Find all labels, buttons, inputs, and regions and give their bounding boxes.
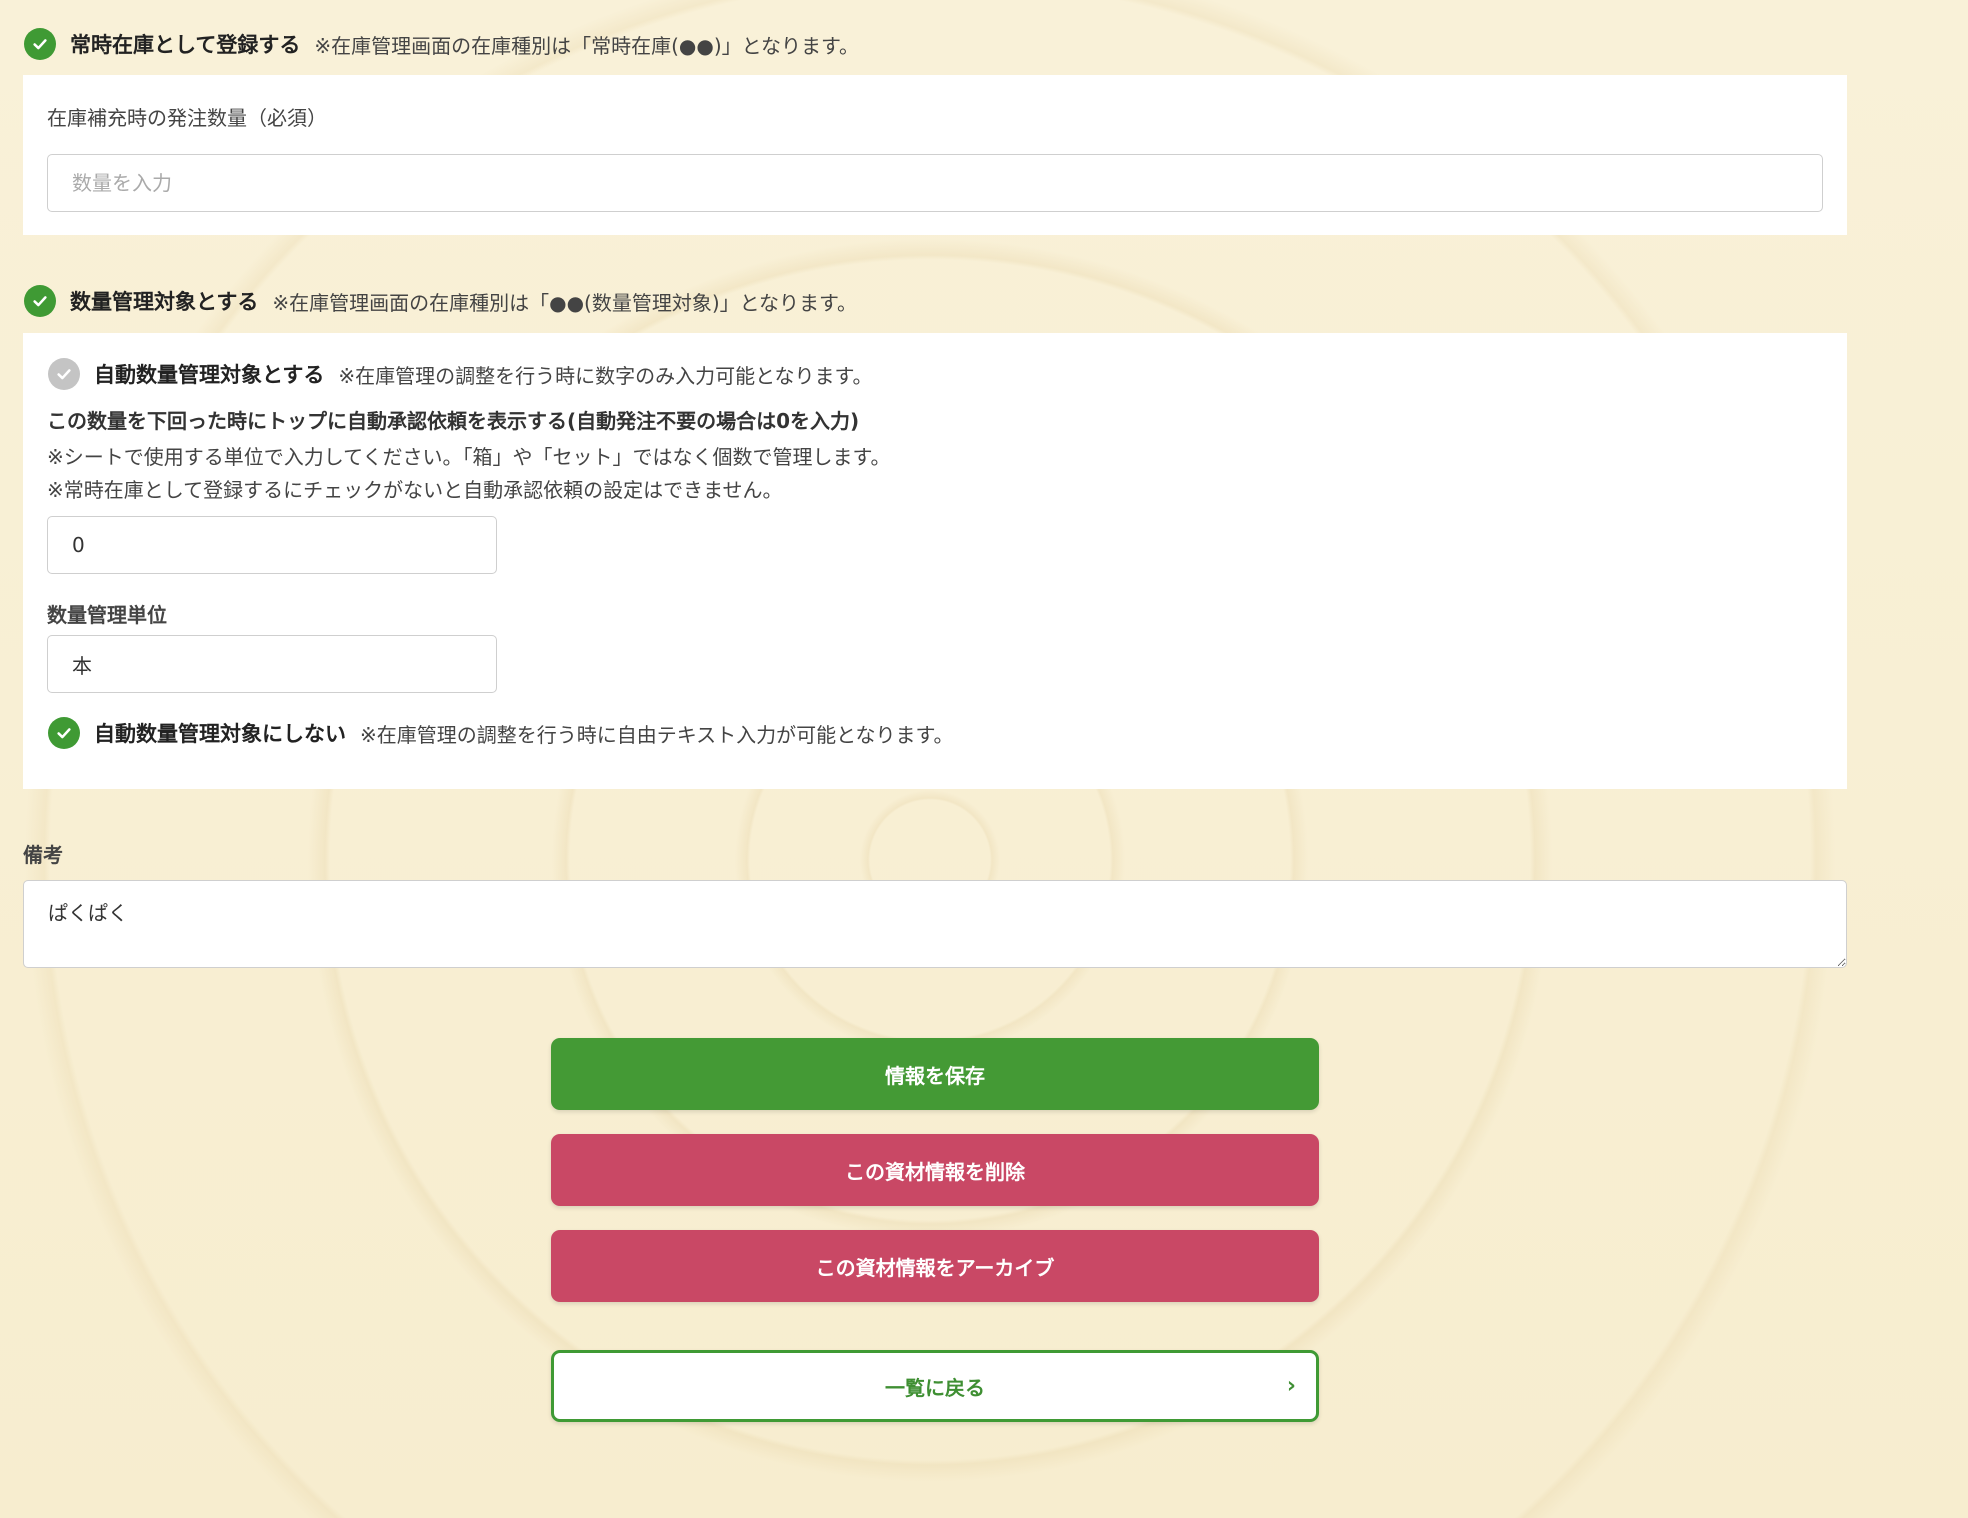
stock-option-row[interactable]: 常時在庫として登録する ※在庫管理画面の在庫種別は「常時在庫(●●)」となります… [24,28,859,60]
threshold-hint-2: ※常時在庫として登録するにチェックがないと自動承認依頼の設定はできません。 [47,478,783,502]
no-auto-option-title: 自動数量管理対象にしない [94,722,346,746]
save-button[interactable]: 情報を保存 [551,1038,1319,1110]
check-icon[interactable] [24,285,56,317]
auto-quantity-option-row[interactable]: 自動数量管理対象とする ※在庫管理の調整を行う時に数字のみ入力可能となります。 [48,358,873,390]
archive-button[interactable]: この資材情報をアーカイブ [551,1230,1319,1302]
stock-option-title: 常時在庫として登録する [70,33,301,57]
no-auto-option-row[interactable]: 自動数量管理対象にしない ※在庫管理の調整を行う時に自由テキスト入力が可能となり… [48,717,954,749]
check-icon[interactable] [48,717,80,749]
quantity-option-title: 数量管理対象とする [70,290,259,314]
back-to-list-button[interactable]: 一覧に戻る › [551,1350,1319,1422]
unit-input[interactable] [47,635,497,693]
auto-quantity-option-title: 自動数量管理対象とする [94,363,325,387]
quantity-panel: 自動数量管理対象とする ※在庫管理の調整を行う時に数字のみ入力可能となります。 … [23,333,1847,789]
quantity-option-note: ※在庫管理画面の在庫種別は「●●(数量管理対象)」となります。 [272,290,858,315]
threshold-hint-1: ※シートで使用する単位で入力してください。「箱」や「セット」ではなく個数で管理し… [47,445,891,469]
reorder-panel: 在庫補充時の発注数量（必須） [23,75,1847,235]
remarks-label: 備考 [23,843,63,867]
material-edit-form: 常時在庫として登録する ※在庫管理画面の在庫種別は「常時在庫(●●)」となります… [0,0,1968,1518]
stock-option-note: ※在庫管理画面の在庫種別は「常時在庫(●●)」となります。 [314,33,860,58]
check-icon[interactable] [48,358,80,390]
remarks-textarea[interactable]: ぱくぱく [23,880,1847,968]
back-to-list-label: 一覧に戻る [885,1375,985,1400]
check-icon[interactable] [24,28,56,60]
chevron-right-icon: › [1286,1373,1296,1399]
reorder-quantity-input[interactable] [47,154,1823,212]
no-auto-option-note: ※在庫管理の調整を行う時に自由テキスト入力が可能となります。 [360,722,954,747]
unit-label: 数量管理単位 [47,603,167,627]
threshold-label: この数量を下回った時にトップに自動承認依頼を表示する(自動発注不要の場合は0を入… [47,409,860,433]
auto-quantity-option-note: ※在庫管理の調整を行う時に数字のみ入力可能となります。 [338,363,873,388]
delete-button[interactable]: この資材情報を削除 [551,1134,1319,1206]
reorder-label: 在庫補充時の発注数量（必須） [47,106,327,130]
threshold-input[interactable] [47,516,497,574]
quantity-option-row[interactable]: 数量管理対象とする ※在庫管理画面の在庫種別は「●●(数量管理対象)」となります… [24,285,857,317]
